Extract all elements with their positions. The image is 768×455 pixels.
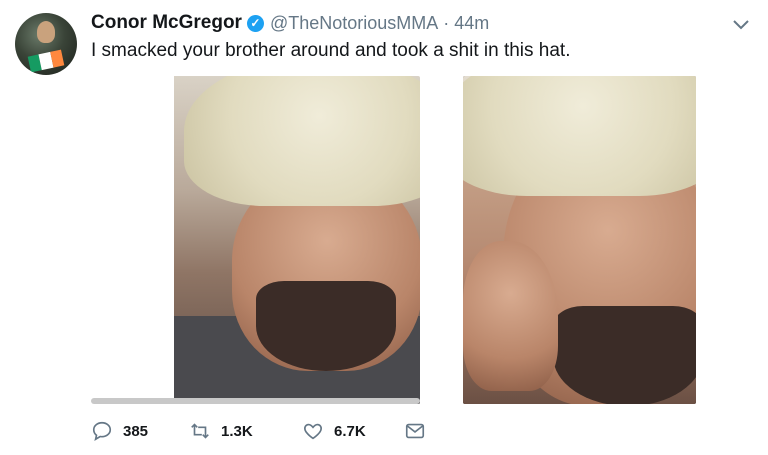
author-name[interactable]: Conor McGregor — [91, 12, 242, 34]
tweet-text: I smacked your brother around and took a… — [91, 40, 571, 61]
media-photo-left[interactable] — [91, 76, 420, 404]
verified-badge-icon: ✓ — [246, 14, 264, 32]
retweet-button[interactable]: 1.3K — [189, 420, 302, 442]
video-progress-bar[interactable] — [91, 398, 420, 404]
tweet-header: Conor McGregor ✓ @TheNotoriousMMA · 44m — [91, 12, 489, 34]
direct-message-button[interactable] — [404, 420, 426, 442]
photo-frame — [463, 76, 696, 404]
video-frame — [174, 76, 420, 404]
tweet-actions: 385 1.3K 6.7K — [91, 420, 426, 442]
hand — [463, 241, 558, 391]
retweet-icon — [191, 423, 209, 439]
media-photo-right[interactable] — [463, 76, 696, 404]
fur-hat — [463, 76, 696, 196]
avatar[interactable] — [15, 13, 77, 75]
heart-icon — [304, 423, 322, 440]
retweet-count: 1.3K — [221, 422, 253, 440]
beard — [553, 306, 696, 404]
envelope-icon — [405, 423, 425, 439]
author-handle[interactable]: @TheNotoriousMMA — [270, 13, 438, 34]
chevron-down-icon[interactable] — [732, 18, 750, 32]
like-button[interactable]: 6.7K — [302, 420, 404, 442]
reply-icon — [92, 421, 112, 441]
reply-count: 385 — [123, 422, 149, 440]
separator: · — [443, 12, 450, 33]
avatar-flag — [27, 49, 65, 73]
avatar-figure — [37, 21, 55, 43]
like-count: 6.7K — [334, 422, 366, 440]
timestamp[interactable]: 44m — [454, 13, 489, 34]
reply-button[interactable]: 385 — [91, 420, 189, 442]
beard — [256, 281, 396, 371]
fur-hat — [184, 76, 420, 206]
